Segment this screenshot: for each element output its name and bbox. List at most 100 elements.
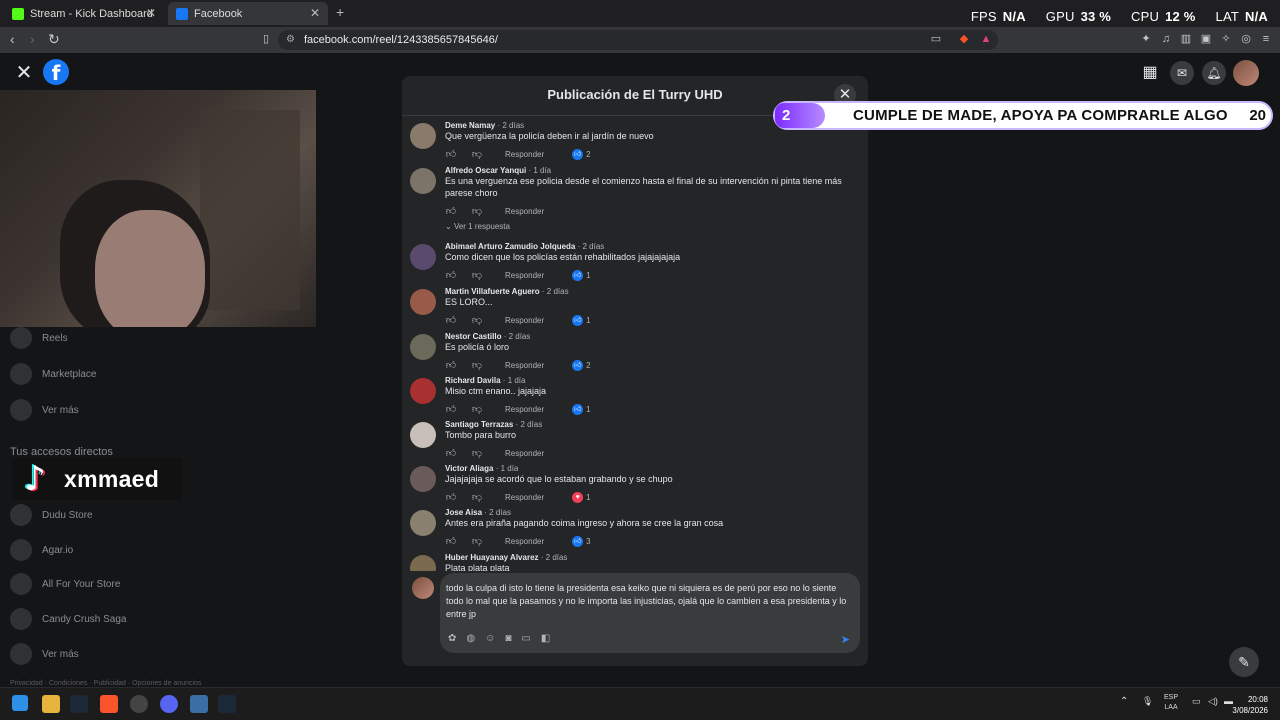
like-icon[interactable]: 👍︎ — [445, 359, 457, 371]
like-icon[interactable]: 👍︎ — [445, 491, 457, 503]
dislike-icon[interactable]: 👎︎ — [471, 205, 483, 217]
cast-icon[interactable]: ▭ — [930, 33, 942, 45]
like-icon[interactable]: 👍︎ — [445, 447, 457, 459]
obs-icon[interactable] — [130, 695, 148, 713]
reaction-count[interactable]: 👍︎ 1 — [572, 269, 591, 281]
reload-icon[interactable]: ↻ — [48, 31, 60, 48]
dislike-icon[interactable]: 👎︎ — [471, 359, 483, 371]
view-replies-button[interactable]: ⌄ Ver 1 respuesta — [445, 222, 510, 231]
bookmark-icon[interactable]: ▯ — [260, 33, 272, 45]
shortcut-item[interactable]: Dudu Store — [10, 504, 93, 526]
menu-icon[interactable]: ≡ — [1260, 33, 1272, 45]
commenter-avatar[interactable] — [410, 244, 436, 270]
gif-icon[interactable]: ▭ — [521, 633, 530, 644]
avatar-sticker-icon[interactable]: ✿ — [448, 633, 456, 644]
site-info-icon[interactable]: ⚙ — [286, 30, 295, 50]
reaction-count[interactable]: 👍︎ 2 — [572, 359, 591, 371]
reaction-count[interactable]: 👍︎ 2 — [572, 148, 591, 160]
calculator-icon[interactable] — [190, 695, 208, 713]
comment-time[interactable]: 1 día — [508, 376, 526, 385]
sidebar-item-reels[interactable]: Reels — [10, 327, 68, 349]
new-message-icon[interactable]: ✎ — [1229, 647, 1259, 677]
like-icon[interactable]: 👍︎ — [445, 148, 457, 160]
sticker-icon[interactable]: ◍ — [466, 633, 475, 644]
facebook-logo-icon[interactable]: f — [43, 59, 69, 85]
reply-button[interactable]: Responder — [505, 537, 544, 546]
reaction-count[interactable]: 👍︎ 1 — [572, 314, 591, 326]
comment-input[interactable]: todo la culpa di isto lo tiene la presid… — [440, 573, 860, 653]
profile-avatar[interactable] — [1233, 60, 1259, 86]
dislike-icon[interactable]: 👎︎ — [471, 314, 483, 326]
menu-grid-icon[interactable]: ▦ — [1138, 61, 1162, 85]
reply-button[interactable]: Responder — [505, 271, 544, 280]
commenter-avatar[interactable] — [410, 168, 436, 194]
language-indicator[interactable]: ESP LAA — [1164, 693, 1178, 713]
comment-author[interactable]: Richard Davila · 1 día — [445, 376, 525, 385]
comment-author-name[interactable]: Richard Davila — [445, 376, 501, 385]
comment-author[interactable]: Nestor Castillo · 2 días — [445, 332, 530, 341]
comment-time[interactable]: 2 días — [489, 508, 511, 517]
discord-icon[interactable] — [160, 695, 178, 713]
steam-icon-2[interactable] — [218, 695, 236, 713]
windows-start-icon[interactable] — [12, 695, 28, 711]
tab-kick-dashboard[interactable]: Stream - Kick Dashboard ✕ — [4, 2, 164, 25]
commenter-avatar[interactable] — [410, 422, 436, 448]
sidebar-item-marketplace[interactable]: Marketplace — [10, 363, 96, 385]
comment-author-name[interactable]: Martin Villafuerte Aguero — [445, 287, 540, 296]
sidebar-icon[interactable]: ▥ — [1180, 33, 1192, 45]
reply-button[interactable]: Responder — [505, 207, 544, 216]
volume-icon[interactable]: ◁) — [1208, 696, 1218, 707]
reaction-count[interactable]: 👍︎ 3 — [572, 535, 591, 547]
forward-icon[interactable]: › — [30, 31, 35, 47]
notifications-icon[interactable]: 🔔︎ — [1202, 61, 1226, 85]
comment-time[interactable]: 2 días — [520, 420, 542, 429]
sidebar-item-see-more[interactable]: Ver más — [10, 399, 79, 421]
shortcut-item[interactable]: Ver más — [10, 643, 79, 665]
sticker-pack-icon[interactable]: ◧ — [541, 633, 550, 644]
comment-author[interactable]: Santiago Terrazas · 2 días — [445, 420, 542, 429]
dislike-icon[interactable]: 👎︎ — [471, 403, 483, 415]
dislike-icon[interactable]: 👎︎ — [471, 491, 483, 503]
comment-time[interactable]: 2 días — [546, 553, 568, 562]
close-tab-icon[interactable]: ✕ — [146, 6, 156, 20]
tab-facebook[interactable]: Facebook ✕ — [168, 2, 328, 25]
comment-author[interactable]: Huber Huayanay Alvarez · 2 días — [445, 553, 567, 562]
like-icon[interactable]: 👍︎ — [445, 535, 457, 547]
file-explorer-icon[interactable] — [42, 695, 60, 713]
emoji-icon[interactable]: ☺ — [485, 633, 495, 644]
comment-input-text[interactable]: todo la culpa di isto lo tiene la presid… — [446, 582, 852, 621]
comment-author[interactable]: Martin Villafuerte Aguero · 2 días — [445, 287, 569, 296]
comment-author[interactable]: Victor Aliaga · 1 día — [445, 464, 518, 473]
media-icon[interactable]: ♫ — [1160, 33, 1172, 45]
commenter-avatar[interactable] — [410, 334, 436, 360]
send-icon[interactable]: ➤ — [841, 633, 850, 646]
commenter-avatar[interactable] — [410, 466, 436, 492]
reply-button[interactable]: Responder — [505, 405, 544, 414]
reply-button[interactable]: Responder — [505, 150, 544, 159]
reply-button[interactable]: Responder — [505, 316, 544, 325]
camera-icon[interactable]: ◙ — [505, 633, 511, 644]
shortcut-item[interactable]: Agar.io — [10, 539, 73, 561]
commenter-avatar[interactable] — [410, 289, 436, 315]
comment-time[interactable]: 1 día — [501, 464, 519, 473]
url-field[interactable]: ⚙ facebook.com/reel/1243385657845646/ — [278, 30, 998, 50]
leo-ai-icon[interactable]: ✧ — [1220, 33, 1232, 45]
comment-author-name[interactable]: Alfredo Oscar Yanqui — [445, 166, 526, 175]
comment-author-name[interactable]: Huber Huayanay Alvarez — [445, 553, 539, 562]
reaction-count[interactable]: ♥ 1 — [572, 491, 591, 503]
back-icon[interactable]: ‹ — [10, 31, 15, 47]
reply-button[interactable]: Responder — [505, 493, 544, 502]
dislike-icon[interactable]: 👎︎ — [471, 148, 483, 160]
comment-author-name[interactable]: Victor Aliaga — [445, 464, 493, 473]
tray-chevron-icon[interactable]: ⌃ — [1120, 696, 1128, 707]
extensions-icon[interactable]: ✦ — [1140, 33, 1152, 45]
comment-time[interactable]: 1 día — [533, 166, 551, 175]
comment-author-name[interactable]: Santiago Terrazas — [445, 420, 513, 429]
reaction-count[interactable]: 👍︎ 1 — [572, 403, 591, 415]
like-icon[interactable]: 👍︎ — [445, 269, 457, 281]
like-icon[interactable]: 👍︎ — [445, 403, 457, 415]
system-clock[interactable]: 20:08 3/08/2026 — [1232, 694, 1268, 716]
comment-author[interactable]: Jose Aisa · 2 días — [445, 508, 511, 517]
reply-button[interactable]: Responder — [505, 449, 544, 458]
brave-rewards-icon[interactable]: ▲ — [980, 33, 992, 45]
